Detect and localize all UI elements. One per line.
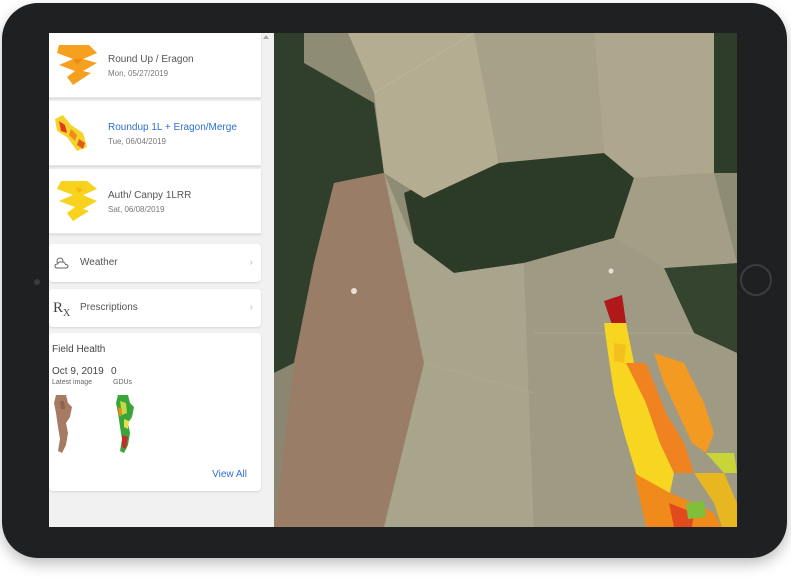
field-parcel	[594, 33, 714, 178]
field-health-thumbnail[interactable]	[114, 393, 136, 455]
gdu-label: GDUs	[113, 379, 133, 386]
rx-icon: RX	[53, 300, 71, 319]
tablet-device: Round Up / Eragon Mon, 05/27/2019 Roundu…	[2, 3, 787, 558]
field-health-title: Field Health	[52, 344, 106, 355]
weather-icon	[54, 257, 69, 269]
app-screen: Round Up / Eragon Mon, 05/27/2019 Roundu…	[49, 33, 737, 527]
view-all-link[interactable]: View All	[212, 469, 247, 480]
application-date: Tue, 06/04/2019	[108, 137, 166, 146]
chevron-right-icon: ›	[249, 302, 253, 313]
application-card[interactable]: Roundup 1L + Eragon/Merge Tue, 06/04/201…	[49, 101, 261, 166]
prescriptions-label: Prescriptions	[80, 302, 138, 313]
application-card[interactable]: Auth/ Canpy 1LRR Sat, 06/08/2019	[49, 169, 261, 234]
application-title: Auth/ Canpy 1LRR	[108, 190, 192, 201]
sidebar-scrollbar[interactable]	[261, 33, 271, 527]
application-map-thumbnail	[57, 181, 97, 221]
gdu-value: 0	[111, 366, 117, 377]
scroll-up-icon[interactable]	[263, 35, 269, 39]
weather-section[interactable]: Weather ›	[49, 244, 261, 282]
latest-image-label: Latest image	[52, 379, 93, 386]
application-title-link[interactable]: Roundup 1L + Eragon/Merge	[108, 122, 237, 133]
application-map-thumbnail	[57, 45, 97, 85]
application-date: Mon, 05/27/2019	[108, 69, 169, 78]
home-button[interactable]	[740, 264, 772, 296]
application-title: Round Up / Eragon	[108, 54, 194, 65]
prescriptions-section[interactable]: RX Prescriptions ›	[49, 289, 261, 327]
latest-image-date: Oct 9, 2019	[52, 366, 104, 377]
application-map-thumbnail	[55, 115, 87, 151]
application-card[interactable]: Round Up / Eragon Mon, 05/27/2019	[49, 33, 261, 98]
application-date: Sat, 06/08/2019	[108, 205, 165, 214]
satellite-map[interactable]	[274, 33, 737, 527]
weather-label: Weather	[80, 257, 118, 268]
sidebar-panel: Round Up / Eragon Mon, 05/27/2019 Roundu…	[49, 33, 274, 527]
front-camera	[34, 279, 40, 285]
field-health-card: Field Health Oct 9, 2019 Latest image 0 …	[49, 333, 261, 491]
chevron-right-icon: ›	[249, 257, 253, 268]
latest-image-thumbnail[interactable]	[52, 393, 74, 455]
